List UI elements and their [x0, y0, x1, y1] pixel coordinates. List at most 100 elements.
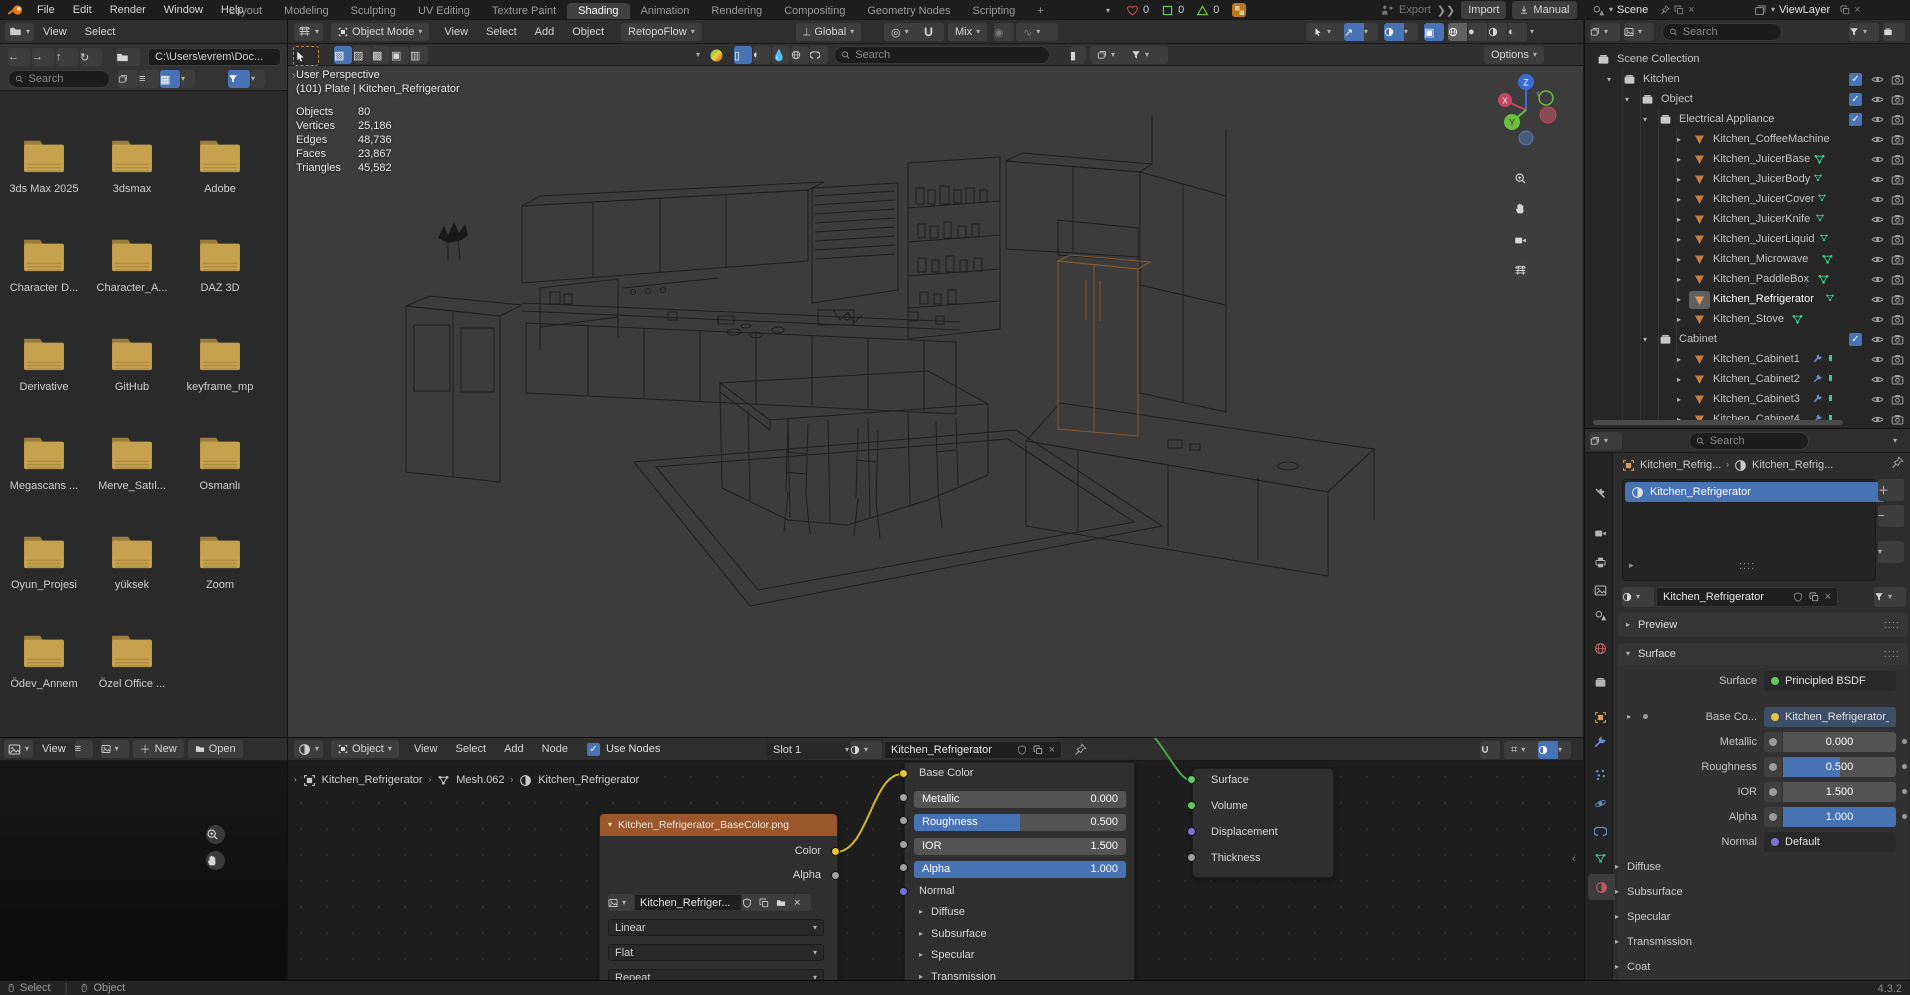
preview-panel-header[interactable]: ▸ Preview ::::: [1618, 613, 1908, 637]
displacement-input-socket[interactable]: [1187, 827, 1196, 836]
camera-icon[interactable]: [1891, 353, 1904, 366]
image-name-field[interactable]: Kitchen_Refriger...: [634, 894, 742, 911]
folder-item[interactable]: keyframe_mp: [176, 335, 264, 393]
snap-magnet-toggle[interactable]: [922, 23, 944, 41]
select-mode-extend-button[interactable]: ▨: [353, 46, 371, 64]
subpanel-diffuse[interactable]: ▸ Diffuse: [1615, 861, 1661, 873]
folder-item[interactable]: Character_A...: [88, 236, 176, 294]
outliner-row-object-item[interactable]: ▸ Kitchen_Stove: [1585, 310, 1910, 330]
filter-dropdown[interactable]: ▾: [1124, 46, 1168, 64]
camera-icon[interactable]: [1891, 193, 1904, 206]
list-resize-grip[interactable]: ::::: [1739, 560, 1755, 572]
eye-icon[interactable]: [1871, 113, 1884, 126]
editor-type-button[interactable]: ▾: [294, 22, 324, 41]
world-button[interactable]: [791, 46, 809, 64]
folder-item[interactable]: Ödev_Annem: [0, 632, 88, 690]
decorator-knob[interactable]: [1764, 807, 1782, 827]
chevron-right-icon[interactable]: ▸: [1677, 296, 1681, 304]
image-menu-button[interactable]: ≡: [74, 740, 93, 758]
tab-tool[interactable]: [1588, 481, 1612, 505]
pivot-dropdown[interactable]: Mix ▾: [948, 23, 988, 41]
chevron-right-icon[interactable]: ▸: [1677, 236, 1681, 244]
outliner-row-cabinet-collection[interactable]: ▾ Cabinet ✓: [1585, 330, 1910, 350]
checkbox-icon[interactable]: ✓: [1849, 113, 1862, 126]
fake-user-shield-icon[interactable]: [1017, 745, 1027, 755]
camera-icon[interactable]: [1891, 273, 1904, 286]
eye-icon[interactable]: [1871, 173, 1884, 186]
surface-shader-field[interactable]: Principled BSDF: [1764, 671, 1896, 691]
browse-material-dropdown[interactable]: ▾: [850, 741, 882, 759]
chevron-right-icon[interactable]: ▸: [1677, 216, 1681, 224]
camera-view-button[interactable]: [1514, 230, 1534, 250]
subpanel-coat[interactable]: ▸ Coat: [1615, 961, 1650, 973]
overlays-dropdown[interactable]: ▾: [1538, 741, 1571, 759]
browse-image-dropdown[interactable]: ▾: [608, 894, 634, 911]
material-funnel-dropdown[interactable]: ▾: [1874, 587, 1906, 607]
list-filter-toggle[interactable]: ▸: [1629, 560, 1634, 571]
eye-icon[interactable]: [1871, 73, 1884, 86]
orientation-dropdown[interactable]: ⟂ Global ▾: [796, 23, 862, 41]
camera-icon[interactable]: [1891, 413, 1904, 426]
camera-icon[interactable]: [1891, 113, 1904, 126]
chevron-right-icon[interactable]: ▸: [1677, 396, 1681, 404]
eye-icon[interactable]: [1871, 293, 1884, 306]
eye-icon[interactable]: [1871, 393, 1884, 406]
outliner-row-object-item[interactable]: ▸ Kitchen_Cabinet3: [1585, 390, 1910, 410]
roughness-slider[interactable]: 0.500: [1783, 757, 1896, 777]
material-name-field[interactable]: Kitchen_Refrigerator ×: [884, 741, 1062, 759]
shading-wireframe-button[interactable]: [1448, 23, 1467, 41]
menu-add[interactable]: Add: [495, 743, 533, 755]
clamp-button[interactable]: [810, 46, 828, 64]
up-button[interactable]: ↑: [56, 48, 78, 66]
outliner-row-object-item[interactable]: ▸ Kitchen_Cabinet1: [1585, 350, 1910, 370]
viewlayer-selector[interactable]: ▾ ViewLayer ×: [1754, 1, 1861, 19]
pin-icon[interactable]: [1891, 456, 1904, 469]
folder-item[interactable]: Oyun_Projesi: [0, 533, 88, 591]
subpanel-specular[interactable]: ▸ Specular: [1615, 911, 1670, 923]
sidebar-collapse-icon[interactable]: ‹: [1536, 88, 1540, 100]
chevron-down-icon[interactable]: ▾: [1643, 336, 1647, 344]
gizmos-dropdown[interactable]: ↗ ▾: [1344, 23, 1378, 41]
color-output-socket[interactable]: [831, 847, 840, 856]
unlink-button[interactable]: ×: [794, 894, 811, 911]
pin-icon[interactable]: [1660, 5, 1670, 15]
remove-slot-button[interactable]: −: [1878, 505, 1904, 527]
principled-bsdf-node[interactable]: Base Color Metallic 0.000 Roughness 0.500 …: [904, 762, 1135, 981]
chevron-right-icon[interactable]: ▸: [1677, 136, 1681, 144]
tab-material-active[interactable]: [1588, 874, 1615, 900]
tab-rendering[interactable]: Rendering: [700, 3, 773, 19]
tab-layout[interactable]: Layout: [218, 3, 273, 19]
camera-icon[interactable]: [1891, 373, 1904, 386]
bsdf-subpanel-subsurface[interactable]: ▸ Subsurface: [919, 928, 987, 940]
outliner-row-active-object[interactable]: ▸ Kitchen_Refrigerator: [1585, 290, 1910, 310]
pan-button[interactable]: [206, 851, 225, 870]
eye-icon[interactable]: [1871, 333, 1884, 346]
tab-animation[interactable]: Animation: [630, 3, 701, 19]
menu-view[interactable]: View: [33, 743, 75, 755]
overlays-dropdown[interactable]: ▾: [1384, 23, 1418, 41]
properties-search-input[interactable]: [1689, 432, 1809, 450]
breadcrumb-object[interactable]: Kitchen_Refrig...: [1640, 459, 1721, 471]
select-mode-invert-button[interactable]: ▣: [391, 46, 409, 64]
surface-input-socket[interactable]: [1187, 775, 1196, 784]
tab-modeling[interactable]: Modeling: [273, 3, 340, 19]
editor-type-button[interactable]: ▾: [4, 740, 34, 758]
eye-icon[interactable]: [1871, 253, 1884, 266]
bsdf-subpanel-specular[interactable]: ▸ Specular: [919, 949, 974, 961]
new-folder-button[interactable]: [116, 48, 140, 66]
outliner-funnel-dropdown[interactable]: ▾: [1849, 23, 1879, 41]
camera-icon[interactable]: [1891, 393, 1904, 406]
base-color-input-socket[interactable]: [899, 769, 908, 778]
eye-icon[interactable]: [1871, 193, 1884, 206]
viewport-search-input[interactable]: [834, 46, 1050, 64]
new-image-button[interactable]: ＋ New: [132, 740, 184, 758]
use-nodes-checkbox[interactable]: ✓: [586, 742, 600, 756]
camera-icon[interactable]: [1891, 233, 1904, 246]
eye-icon[interactable]: [1871, 233, 1884, 246]
horizontal-scrollbar[interactable]: [1593, 420, 1843, 425]
browse-image-dropdown[interactable]: ▾: [100, 740, 129, 758]
import-button[interactable]: Import: [1461, 1, 1507, 19]
eye-icon[interactable]: [1871, 313, 1884, 326]
image-editor-canvas[interactable]: [0, 761, 287, 981]
menu-edit[interactable]: Edit: [64, 4, 101, 16]
